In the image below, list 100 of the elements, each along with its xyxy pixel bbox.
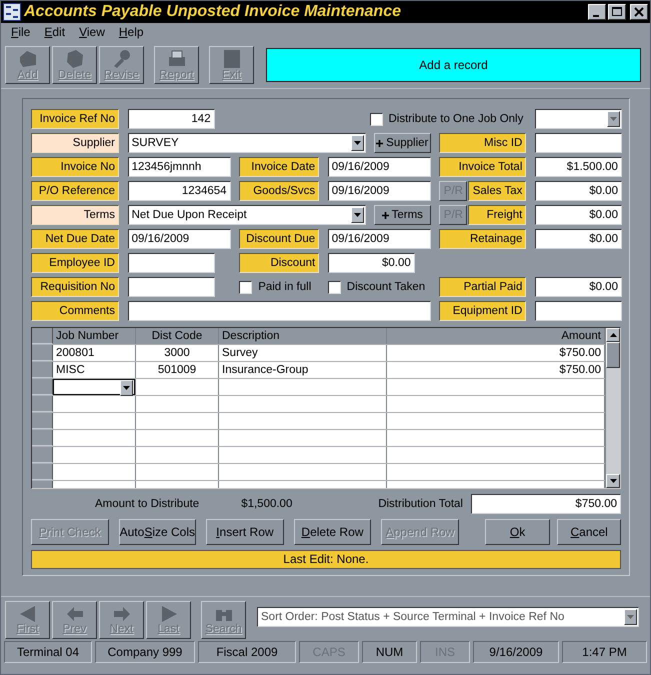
field-label: Invoice Date	[239, 157, 320, 177]
field-label: Sales Tax	[468, 181, 526, 201]
row-header[interactable]	[32, 379, 53, 395]
status-panel: 9/16/2009	[473, 641, 559, 663]
status-panel: 1:47 PM	[562, 641, 647, 663]
close-button[interactable]	[630, 4, 648, 20]
status-panel: Terminal 04	[4, 641, 92, 663]
status-panel: Fiscal 2009	[198, 641, 296, 663]
checkbox[interactable]	[239, 280, 252, 294]
status-panel: NUM	[362, 641, 417, 663]
checkbox-label: Distribute to One Job Only	[388, 113, 524, 125]
action-button[interactable]: Ok	[484, 518, 550, 545]
add-terms-button[interactable]: Terms	[374, 205, 431, 225]
column-header[interactable]: Amount	[387, 328, 605, 344]
table-cell: MISC	[53, 362, 136, 378]
menu-item[interactable]: Help	[118, 25, 144, 39]
column-header[interactable]: Job Number	[53, 328, 136, 344]
vertical-scrollbar[interactable]	[605, 328, 620, 488]
scroll-thumb[interactable]	[606, 342, 620, 368]
add-supplier-button[interactable]: Supplier	[374, 133, 431, 153]
field-label: P/O Reference	[31, 181, 119, 201]
row-header[interactable]	[32, 430, 53, 446]
last-edit-bar: Last Edit: None.	[31, 550, 621, 570]
input-field[interactable]: $0.00	[534, 277, 622, 297]
table-cell: 3000	[136, 345, 219, 361]
input-field[interactable]: 1234654	[128, 181, 231, 201]
menu-item[interactable]: View	[79, 25, 105, 39]
field-label: Retainage	[439, 229, 526, 249]
input-field[interactable]: 123456jmnnh	[128, 157, 231, 177]
menu-item[interactable]: File	[11, 25, 30, 39]
job-dropdown[interactable]	[534, 109, 622, 129]
input-field[interactable]	[128, 253, 215, 273]
row-header[interactable]	[32, 362, 53, 378]
table-cell: 501009	[136, 362, 219, 378]
table-cell: Survey	[219, 345, 387, 361]
row-header[interactable]	[32, 345, 53, 361]
table-cell: Insurance-Group	[219, 362, 387, 378]
input-field[interactable]: 09/16/2009	[128, 229, 231, 249]
row-header[interactable]	[32, 413, 53, 429]
minimize-icon	[592, 14, 598, 16]
input-field[interactable]: 09/16/2009	[328, 157, 431, 177]
menu-item[interactable]: Edit	[44, 25, 66, 39]
input-field[interactable]: $0.00	[328, 253, 415, 273]
distribution-total-label: Distribution Total	[378, 498, 463, 510]
app-icon	[3, 3, 21, 21]
terms-dropdown[interactable]: Net Due Upon Receipt	[128, 205, 366, 225]
input-field[interactable]	[128, 277, 215, 297]
input-field[interactable]: $0.00	[534, 181, 622, 201]
close-icon	[634, 7, 644, 17]
field-label: Invoice Ref No	[31, 109, 119, 129]
input-field[interactable]: 142	[128, 109, 215, 129]
distribution-total-field[interactable]: $750.00	[471, 494, 621, 514]
input-field[interactable]	[534, 301, 622, 321]
field-label: Net Due Date	[31, 229, 119, 249]
checkbox-label: Discount Taken	[346, 281, 426, 293]
row-header[interactable]	[32, 464, 53, 480]
column-header[interactable]: Dist Code	[136, 328, 219, 344]
input-field[interactable]	[534, 133, 622, 153]
plus-icon	[382, 212, 389, 218]
checkbox[interactable]	[328, 280, 341, 294]
minimize-button[interactable]	[588, 4, 606, 20]
job-number-dropdown[interactable]	[53, 379, 135, 395]
action-button[interactable]: Cancel	[557, 518, 621, 545]
field-label: Invoice Total	[439, 157, 526, 177]
input-field[interactable]: $0.00	[534, 205, 622, 225]
sort-order-dropdown[interactable]: Sort Order: Post Status + Source Terminal + Invoice Ref No	[257, 607, 639, 627]
input-field[interactable]	[128, 301, 431, 321]
arrow-left-icon	[64, 605, 84, 623]
row-header[interactable]	[32, 447, 53, 463]
supplier-dropdown[interactable]: SURVEY	[128, 133, 366, 153]
arrow-right-icon	[112, 605, 132, 623]
field-label: Discount	[239, 253, 320, 273]
row-header[interactable]	[32, 396, 53, 412]
field-label: Goods/Svcs	[239, 181, 320, 201]
field-label: Equipment ID	[439, 301, 526, 321]
action-button[interactable]: Delete Row	[294, 518, 372, 545]
window-title: Accounts Payable Unposted Invoice Maintenance	[24, 3, 401, 21]
status-message: Add a record	[266, 48, 641, 82]
checkbox-label: Paid in full	[258, 281, 312, 293]
field-label: Supplier	[31, 133, 119, 153]
field-label: Freight	[468, 205, 526, 225]
input-field[interactable]: 09/16/2009	[328, 181, 431, 201]
plus-icon	[376, 140, 384, 146]
status-panel: Company 999	[95, 641, 195, 663]
action-button[interactable]: Insert Row	[206, 518, 284, 545]
triangle-left-icon	[18, 605, 38, 623]
maximize-button[interactable]	[608, 4, 626, 20]
amount-value: $1,500.00	[241, 498, 292, 510]
row-header	[32, 328, 53, 344]
input-field[interactable]: $0.00	[534, 229, 622, 249]
column-header[interactable]: Description	[219, 328, 387, 344]
table-cell: 200801	[53, 345, 136, 361]
field-label: Requisition No	[31, 277, 119, 297]
input-field[interactable]: 09/16/2009	[328, 229, 431, 249]
field-label: Invoice No	[31, 157, 119, 177]
maximize-icon	[612, 7, 622, 17]
action-button[interactable]: AutoSize Cols	[118, 518, 196, 545]
checkbox[interactable]	[370, 112, 382, 126]
input-field[interactable]: $1.500.00	[534, 157, 622, 177]
amount-label: Amount to Distribute	[95, 498, 200, 510]
